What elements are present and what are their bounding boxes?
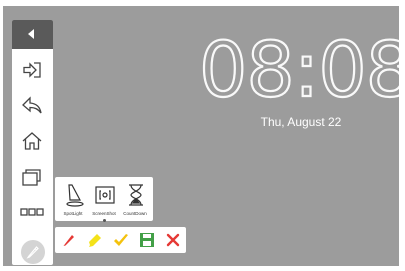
eraser-button[interactable] <box>108 227 134 253</box>
home-button[interactable] <box>12 127 53 157</box>
stacked-windows-icon <box>22 169 41 186</box>
spotlight-tool[interactable]: SpotLight <box>58 180 88 220</box>
exit-button[interactable] <box>12 56 53 86</box>
screenshot-icon <box>95 186 115 204</box>
desktop-background: 08:08 Thu, August 22 SpotLight ScreenSho… <box>3 6 399 266</box>
back-button[interactable] <box>12 92 53 122</box>
three-squares-icon <box>20 208 44 216</box>
clock: 08:08 <box>198 28 399 110</box>
sidebar <box>12 20 53 265</box>
save-icon <box>140 233 154 247</box>
hourglass-icon <box>129 184 143 206</box>
collapse-button[interactable] <box>12 20 53 49</box>
exit-arrow-icon <box>23 62 41 78</box>
countdown-tool[interactable]: CountDown <box>120 180 150 220</box>
pencil-icon <box>63 235 74 246</box>
clock-minutes: 08 <box>317 25 399 114</box>
screenshot-tool[interactable]: ScreenShot <box>89 180 119 220</box>
more-button[interactable] <box>12 198 53 228</box>
close-button[interactable] <box>160 227 186 253</box>
close-icon <box>166 233 180 247</box>
annotate-button[interactable] <box>21 240 45 264</box>
spotlight-icon <box>66 184 84 207</box>
pen-toolbar <box>55 227 186 253</box>
highlighter-button[interactable] <box>82 227 108 253</box>
page-indicator-dot <box>103 219 106 222</box>
pen-icon <box>26 246 39 259</box>
countdown-label: CountDown <box>123 211 147 216</box>
eraser-icon <box>114 234 128 246</box>
red-pen-button[interactable] <box>56 227 82 253</box>
recent-apps-button[interactable] <box>12 163 53 193</box>
home-icon <box>22 132 42 150</box>
back-arrow-icon <box>22 96 42 114</box>
clock-separator: : <box>293 25 321 114</box>
save-button[interactable] <box>134 227 160 253</box>
date-label: Thu, August 22 <box>260 115 342 129</box>
highlighter-icon <box>89 234 101 247</box>
clock-hours: 08 <box>198 25 296 114</box>
tools-popup: SpotLight ScreenShot CountDown <box>55 177 153 222</box>
triangle-left-icon <box>28 29 34 39</box>
